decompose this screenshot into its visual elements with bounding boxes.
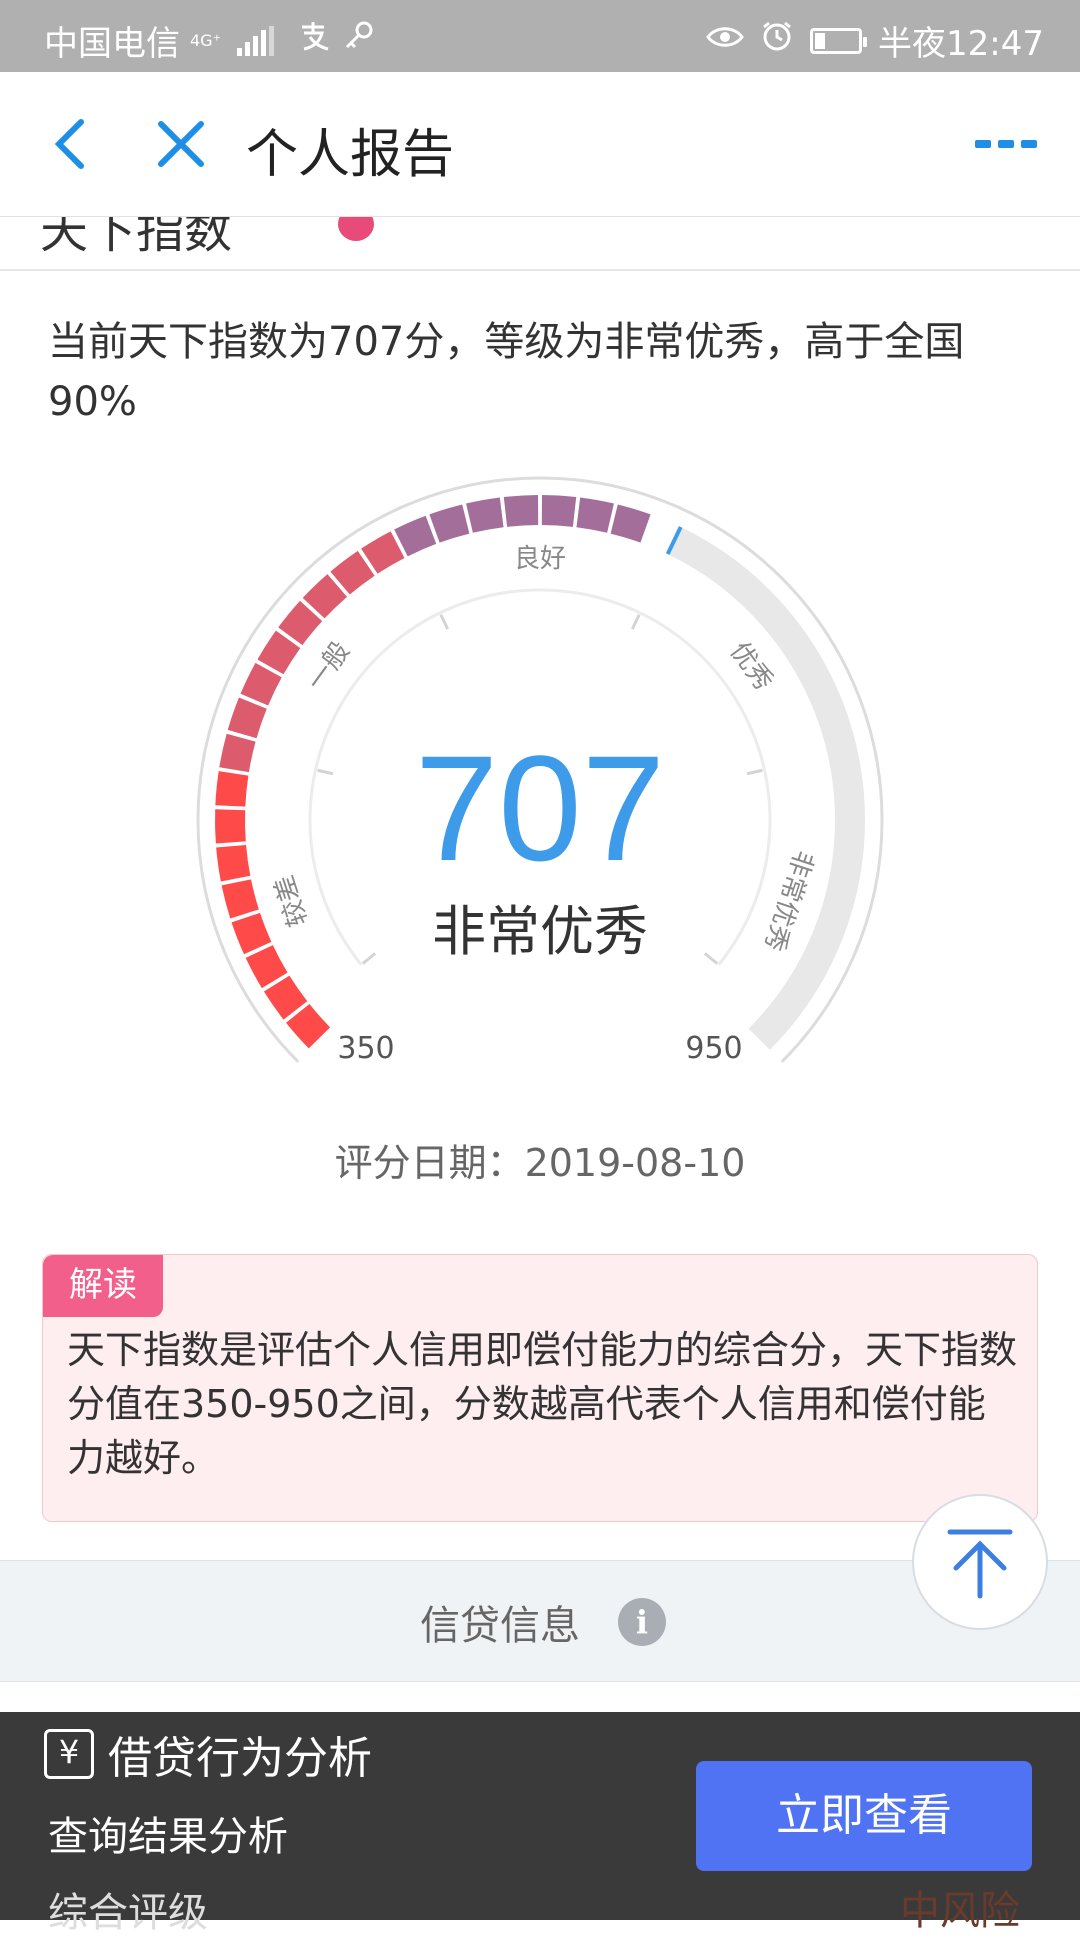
gauge-tick <box>361 952 377 965</box>
gauge-segment <box>231 912 272 955</box>
signal-icon <box>237 25 275 56</box>
score-level: 非常优秀 <box>432 900 648 963</box>
gauge-segment <box>429 504 470 543</box>
interpretation-box: 解读 天下指数是评估个人信用即偿付能力的综合分，天下指数分值在350-950之间… <box>42 1254 1038 1522</box>
key-icon <box>342 19 376 62</box>
carrier-label: 中国电信 <box>44 24 180 64</box>
gauge-empty-track <box>667 527 865 1050</box>
close-icon <box>158 121 204 167</box>
gauge-segment <box>216 844 251 882</box>
gauge-segment <box>215 771 249 807</box>
promo-item-rating: 综合评级 <box>48 1890 208 1936</box>
more-icon <box>975 140 1037 148</box>
network-type: 4G⁺ <box>190 30 222 50</box>
rating-date: 评分日期：2019-08-10 <box>334 1141 746 1185</box>
score-gauge: 较差 一般 良好 优秀 非常优秀 707 非常优秀 350 950 <box>196 476 884 1066</box>
gauge-tick <box>317 768 334 776</box>
gauge-tick <box>630 614 641 630</box>
page-title: 个人报告 <box>246 125 455 185</box>
interpretation-text: 天下指数是评估个人信用即偿付能力的综合分，天下指数分值在350-950之间，分数… <box>67 1328 1018 1480</box>
chevron-left-icon <box>54 119 84 169</box>
eye-icon <box>706 21 744 61</box>
alarm-icon <box>760 19 794 62</box>
score-summary: 当前天下指数为707分，等级为非常优秀，高于全国90% <box>48 319 965 425</box>
status-bar: 中国电信 4G⁺ 半夜12:47 <box>0 0 1080 72</box>
gauge-segment <box>221 879 259 919</box>
alipay-icon <box>298 19 332 62</box>
yen-icon: ¥ <box>44 1729 94 1779</box>
battery-icon <box>810 27 868 54</box>
gauge-segment <box>394 515 437 557</box>
gauge-segment <box>219 733 256 773</box>
back-button[interactable] <box>36 72 106 216</box>
interpretation-badge: 解读 <box>43 1255 163 1317</box>
gauge-segment <box>215 809 246 844</box>
zone-label-poor: 较差 <box>269 871 314 930</box>
section-title: 天下指数 <box>40 217 233 259</box>
section-header-peek: 天下指数 <box>0 217 1080 271</box>
gauge-segment <box>227 697 267 739</box>
promo-item-lending: 借贷行为分析 <box>108 1733 372 1784</box>
min-score-label: 350 <box>337 1031 394 1066</box>
info-icon[interactable]: i <box>618 1598 666 1646</box>
zone-label-good: 良好 <box>514 544 566 574</box>
clock-time: 半夜12:47 <box>878 24 1044 64</box>
gauge-tick <box>703 952 719 965</box>
max-score-label: 950 <box>685 1031 742 1066</box>
close-button[interactable] <box>146 72 216 216</box>
help-badge-icon <box>338 217 374 241</box>
gauge-segment <box>576 497 614 533</box>
gauge-segment <box>466 497 504 533</box>
nav-bar: 个人报告 <box>0 72 1080 217</box>
zone-label-excellent: 优秀 <box>724 637 779 697</box>
gauge-segment <box>503 495 539 527</box>
promo-row-lending: ¥ 借贷行为分析 <box>44 1722 372 1786</box>
back-to-top-button[interactable] <box>912 1494 1048 1630</box>
promo-item-query: 查询结果分析 <box>48 1814 288 1860</box>
gauge-tick <box>439 614 450 630</box>
view-now-button[interactable]: 立即查看 <box>696 1761 1032 1871</box>
credit-info-label: 信贷信息 <box>420 1603 580 1649</box>
more-button[interactable] <box>966 72 1046 216</box>
zone-label-fair: 一般 <box>301 637 356 697</box>
arrow-up-icon <box>947 1529 1013 1599</box>
gauge-segment <box>610 504 651 543</box>
score-value: 707 <box>415 724 665 892</box>
gauge-segment <box>541 495 577 527</box>
gauge-tick <box>746 768 763 776</box>
promo-risk-text: 中风险 <box>900 1888 1020 1934</box>
